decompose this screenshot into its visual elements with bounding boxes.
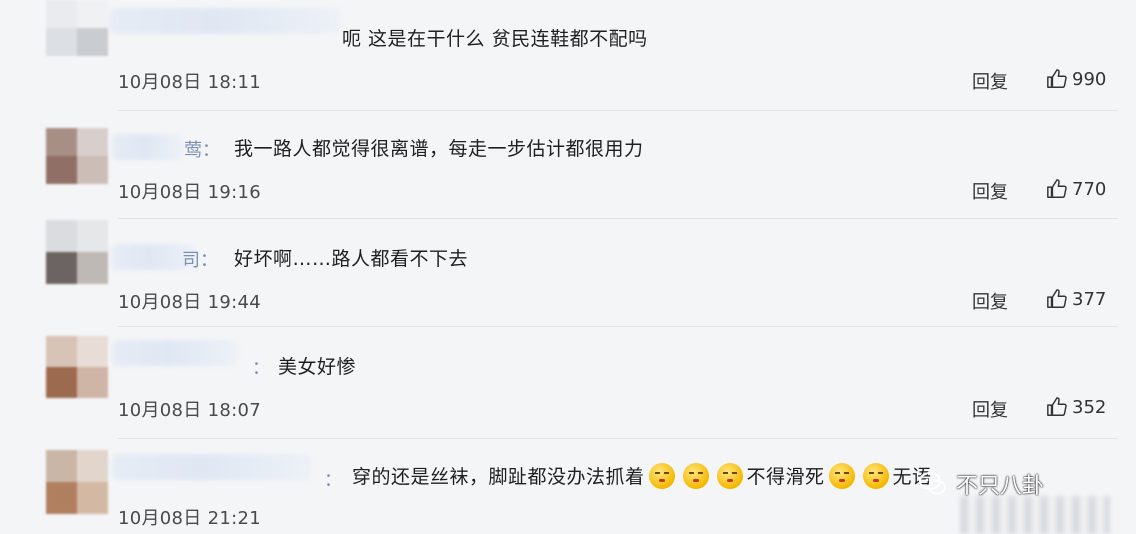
reply-button[interactable]: 回复 [972,68,1008,94]
smirk-emoji-icon [648,463,675,489]
like-button[interactable]: 770 [1046,178,1106,200]
username-blurred[interactable] [110,8,340,34]
avatar[interactable] [46,336,108,398]
comment-time: 10月08日 19:44 [118,292,262,313]
smirk-emoji-icon [862,463,889,489]
comment-text: 穿的还是丝袜，脚趾都没办法抓着 不得滑死 无语 [352,462,932,489]
comment-time: 10月08日 19:16 [118,182,262,203]
like-button[interactable]: 352 [1046,396,1106,418]
wechat-icon [919,472,946,495]
username-tail[interactable]: 司： [182,246,218,272]
comment-text: 我一路人都觉得很离谱，每走一步估计都很用力 [234,138,644,160]
thumbs-up-icon [1047,69,1067,88]
avatar[interactable] [46,220,108,284]
thumbs-up-icon [1047,397,1067,416]
comment-item: ： 美女好惨 10月08日 18:07 回复 352 [0,326,1136,438]
username-blurred[interactable] [112,134,184,160]
username-blurred[interactable] [112,454,312,480]
watermark: 不只八卦 [918,468,1044,500]
like-count: 770 [1072,178,1107,200]
like-count: 352 [1072,396,1107,418]
like-button[interactable]: 377 [1046,288,1106,310]
comment-time: 10月08日 18:07 [118,400,262,421]
thumbs-up-icon [1047,179,1067,198]
comment-text: 呃 这是在干什么 贫民连鞋都不配吗 [342,28,648,50]
thumbs-up-icon [1047,289,1067,308]
blurred-region [960,496,1110,534]
reply-button[interactable]: 回复 [972,178,1008,204]
comment-text: 好坏啊……路人都看不下去 [234,248,469,270]
reply-button[interactable]: 回复 [972,396,1008,422]
like-count: 377 [1072,288,1107,310]
comment-text-part: 穿的还是丝袜，脚趾都没办法抓着 [352,466,645,488]
username-blurred[interactable] [112,340,238,366]
comment-time: 10月08日 18:11 [118,72,262,93]
comment-time: 10月08日 21:21 [118,508,262,529]
comment-item: 莺： 我一路人都觉得很离谱，每走一步估计都很用力 10月08日 19:16 回复… [0,110,1136,220]
avatar[interactable] [46,450,108,514]
username-tail[interactable]: ： [324,466,342,492]
username-tail[interactable]: ： [252,354,270,380]
comment-item: 呃 这是在干什么 贫民连鞋都不配吗 10月08日 18:11 回复 990 [0,0,1136,110]
comment-text-part: 不得滑死 [746,466,825,488]
username-tail[interactable]: 莺： [184,136,220,162]
smirk-emoji-icon [682,463,709,489]
comment-list: 呃 这是在干什么 贫民连鞋都不配吗 10月08日 18:11 回复 990 莺：… [0,0,1136,534]
avatar[interactable] [46,128,108,184]
smirk-emoji-icon [828,463,855,489]
like-button[interactable]: 990 [1046,68,1106,90]
comment-text: 美女好惨 [278,356,357,378]
reply-button[interactable]: 回复 [972,288,1008,314]
avatar[interactable] [46,0,108,56]
smirk-emoji-icon [716,463,743,489]
comment-item: 司： 好坏啊……路人都看不下去 10月08日 19:44 回复 377 [0,218,1136,326]
watermark-text: 不只八卦 [956,474,1045,499]
like-count: 990 [1072,68,1107,90]
